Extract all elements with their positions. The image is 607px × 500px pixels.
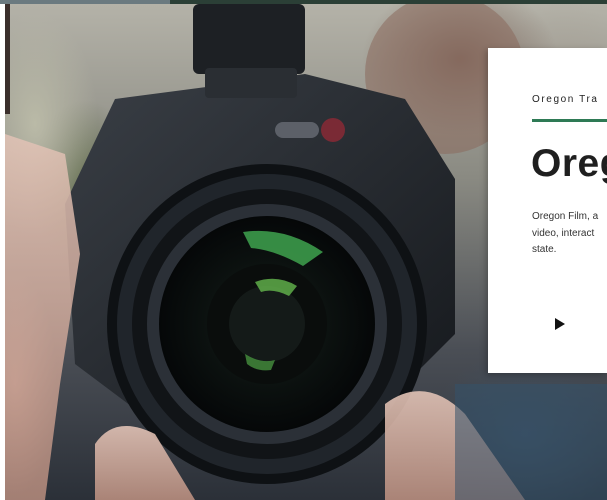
play-icon (555, 318, 565, 330)
feature-card: Oregon Tra Oreg Oregon Film, a video, in… (488, 48, 607, 373)
card-description: Oregon Film, a video, interact state. (532, 209, 607, 259)
card-description-line: Oregon Film, a (532, 211, 599, 222)
card-description-line: video, interact (532, 227, 595, 239)
card-eyebrow: Oregon Tra (532, 94, 599, 105)
card-title: Oreg (531, 142, 607, 185)
card-accent-rule (532, 119, 607, 122)
card-description-line: state. (532, 244, 557, 255)
play-button[interactable] (548, 312, 572, 336)
